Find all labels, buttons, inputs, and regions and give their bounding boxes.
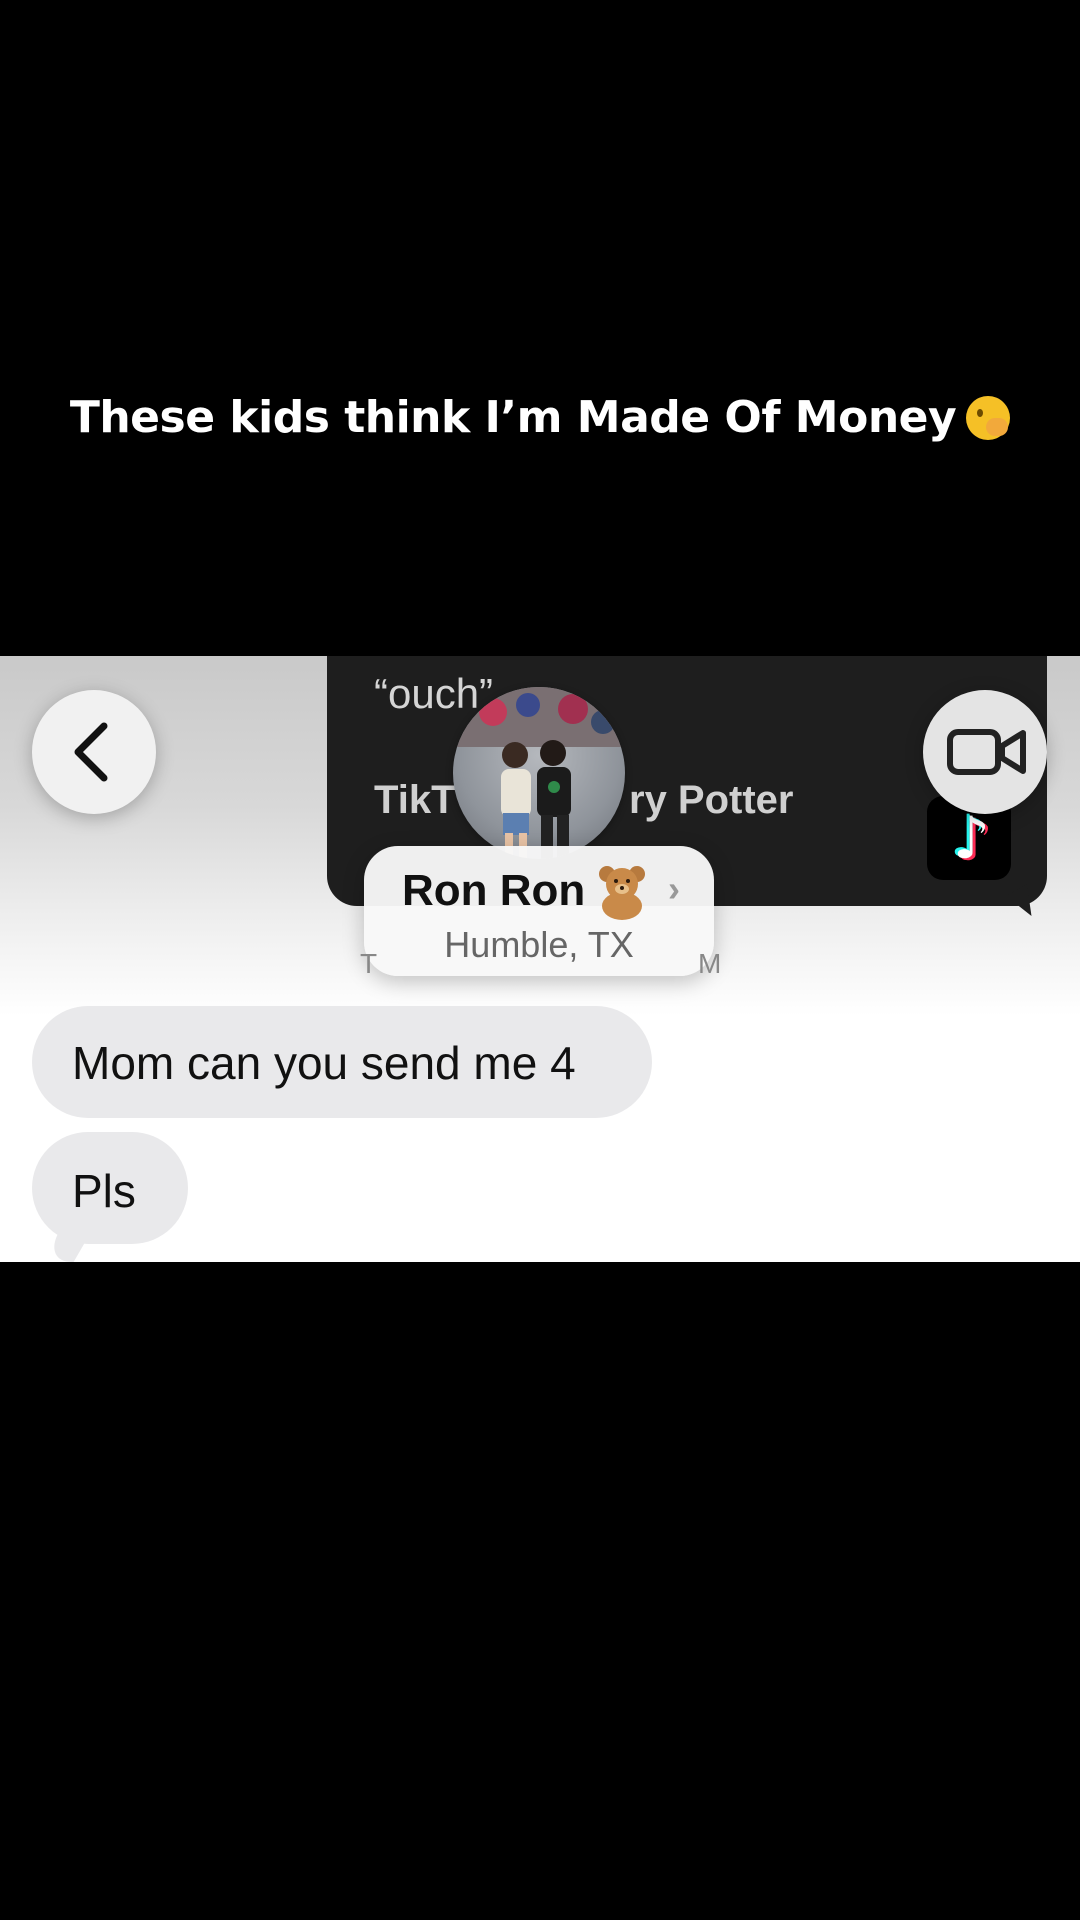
card-title-start: TikT	[374, 778, 456, 822]
timestamp-fragment-right: M	[698, 948, 722, 979]
bubble-tail	[41, 1226, 95, 1262]
hand-over-mouth-emoji-icon	[966, 396, 1011, 440]
message-text: Mom can you send me 4	[72, 1037, 576, 1089]
contact-location: Humble, TX	[444, 924, 634, 965]
message-bubble-incoming[interactable]: Pls	[32, 1132, 188, 1244]
chevron-right-icon: ›	[668, 868, 680, 909]
card-title-end: ry Potter	[629, 778, 794, 822]
video-camera-icon	[947, 729, 1026, 775]
contact-avatar[interactable]	[453, 687, 625, 859]
messages-screenshot: “ouch” TikT ry Potter ♪ Ron Ron › Humble…	[0, 656, 1080, 1262]
message-text: Pls	[72, 1165, 136, 1217]
chevron-left-icon	[74, 722, 108, 782]
video-caption: These kids think I’m Made Of Money	[0, 392, 1080, 443]
caption-text: These kids think I’m Made Of Money	[69, 392, 957, 443]
teddy-bear-icon	[599, 866, 645, 920]
card-quote: “ouch”	[374, 670, 494, 717]
message-bubble-incoming[interactable]: Mom can you send me 4	[32, 1006, 652, 1118]
back-button[interactable]	[32, 690, 156, 814]
facetime-video-button[interactable]	[923, 690, 1047, 814]
contact-name-pill[interactable]: Ron Ron › Humble, TX	[364, 846, 714, 976]
timestamp-fragment-left: T	[360, 948, 378, 979]
avatar-photo	[453, 687, 625, 859]
contact-name: Ron Ron	[402, 866, 586, 915]
